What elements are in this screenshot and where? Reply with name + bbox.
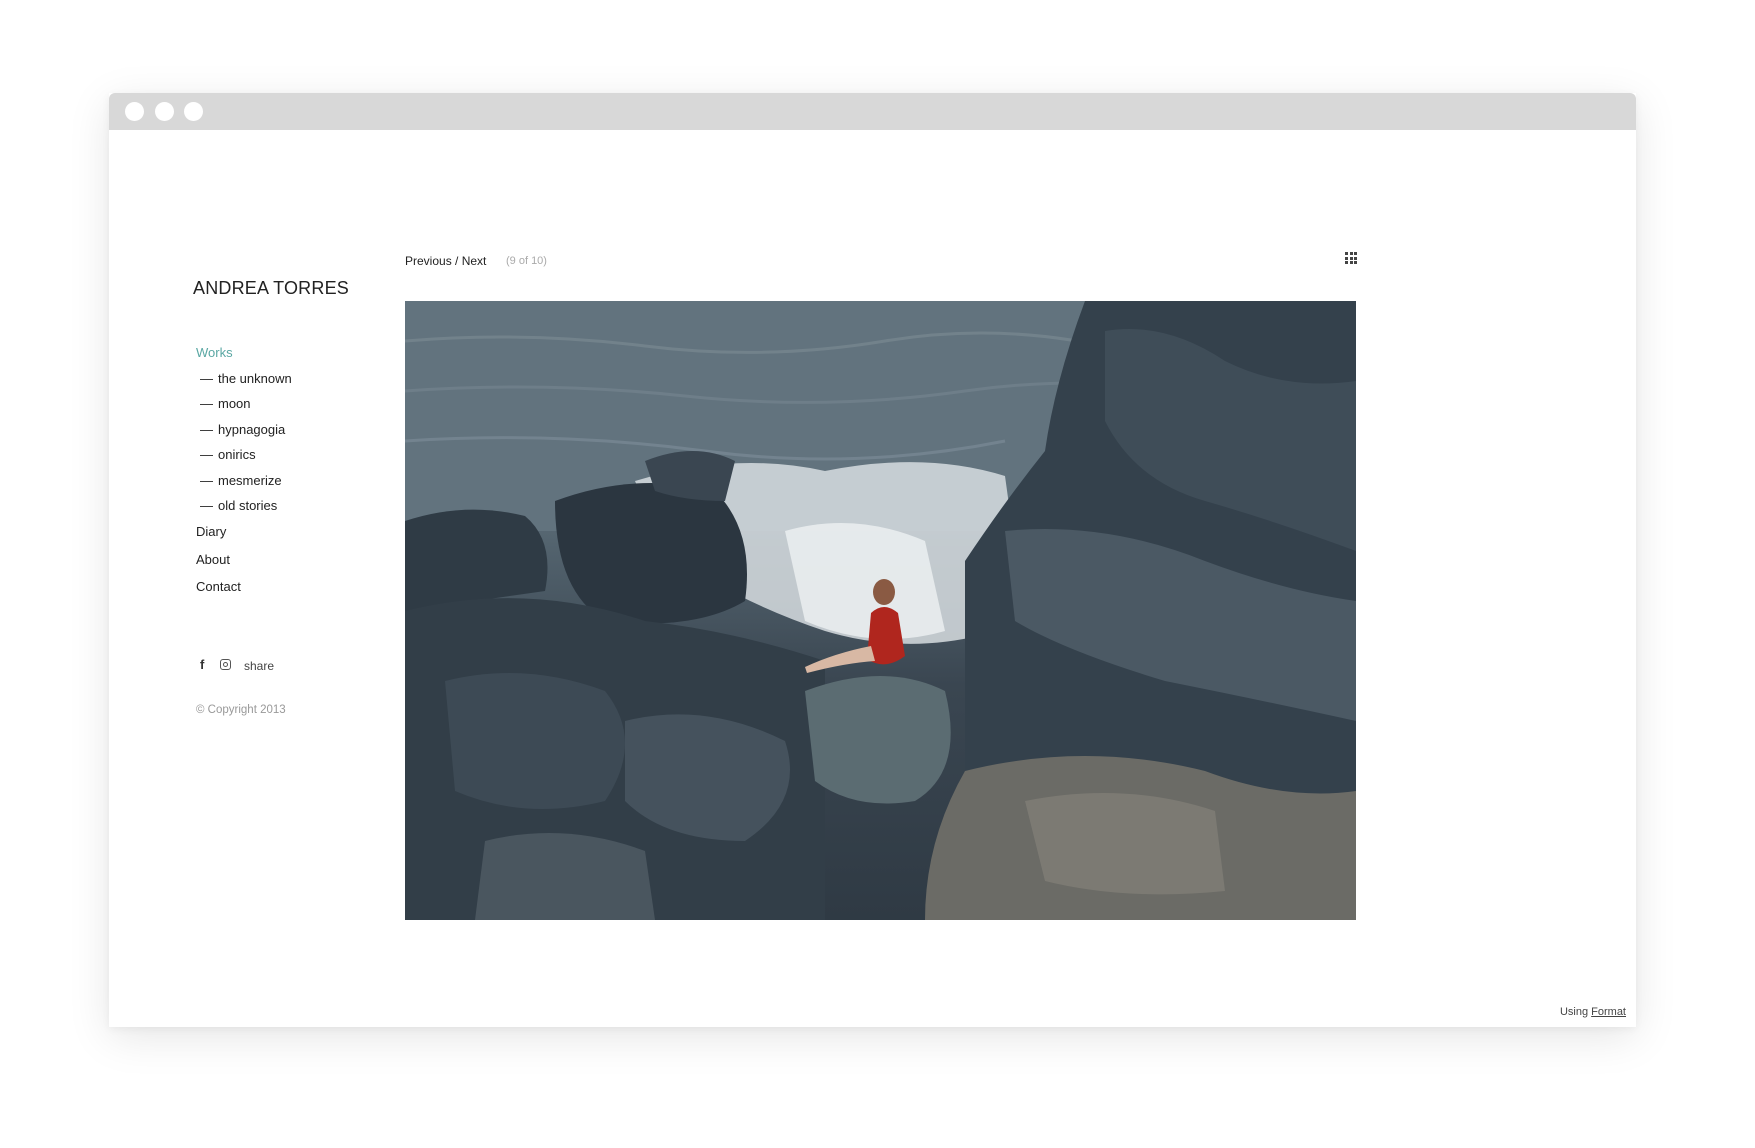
- social-links: f share: [200, 655, 274, 674]
- nav-sub-label: old stories: [218, 497, 278, 513]
- nav-sub-label: onirics: [218, 447, 256, 463]
- grid-view-icon[interactable]: [1345, 252, 1357, 264]
- nav-sub-item-hypnagogia[interactable]: — hypnagogia: [196, 422, 292, 447]
- browser-window: ANDREA TORRES Works — the unknown — moon —…: [109, 93, 1636, 1027]
- nav-sub-label: mesmerize: [218, 472, 282, 488]
- photo-illustration: [405, 301, 1356, 920]
- nav-sub-item-moon[interactable]: — moon: [196, 396, 292, 421]
- dash: —: [200, 472, 213, 488]
- window-maximize-dot[interactable]: [184, 102, 203, 121]
- gallery-photo[interactable]: [405, 301, 1356, 920]
- dash: —: [200, 371, 213, 386]
- facebook-icon[interactable]: f: [200, 657, 220, 672]
- nav-sub-item-old-stories[interactable]: — old stories: [196, 498, 292, 523]
- dash: —: [200, 447, 213, 463]
- instagram-icon[interactable]: [220, 658, 231, 670]
- sidebar-nav: Works — the unknown — moon — hypnagogia — on…: [196, 345, 292, 607]
- copyright-text: © Copyright 2013: [196, 704, 286, 716]
- dash: —: [200, 497, 213, 513]
- nav-sub-label: the unknown: [218, 371, 292, 386]
- share-link[interactable]: share: [244, 659, 274, 673]
- nav-sub-label: moon: [218, 396, 251, 412]
- nav-diary[interactable]: Diary: [196, 524, 292, 551]
- dash: —: [200, 396, 213, 412]
- nav-sub-label: hypnagogia: [218, 421, 286, 437]
- dash: —: [200, 421, 213, 437]
- nav-sub-item-the-unknown[interactable]: — the unknown: [196, 371, 292, 396]
- footer-credit: Using Format: [1560, 1006, 1626, 1018]
- nav-sub-item-mesmerize[interactable]: — mesmerize: [196, 473, 292, 498]
- nav-contact[interactable]: Contact: [196, 579, 292, 606]
- image-counter: (9 of 10): [506, 255, 547, 267]
- nav-sub-item-onirics[interactable]: — onirics: [196, 447, 292, 472]
- nav-works[interactable]: Works: [196, 345, 292, 371]
- nav-about[interactable]: About: [196, 552, 292, 579]
- site-title[interactable]: ANDREA TORRES: [193, 278, 349, 299]
- window-close-dot[interactable]: [125, 102, 144, 121]
- window-titlebar: [109, 93, 1636, 130]
- previous-next-pager[interactable]: Previous / Next: [405, 254, 486, 268]
- using-label: Using: [1559, 1006, 1589, 1018]
- format-link[interactable]: Format: [1591, 1006, 1626, 1018]
- window-minimize-dot[interactable]: [155, 102, 174, 121]
